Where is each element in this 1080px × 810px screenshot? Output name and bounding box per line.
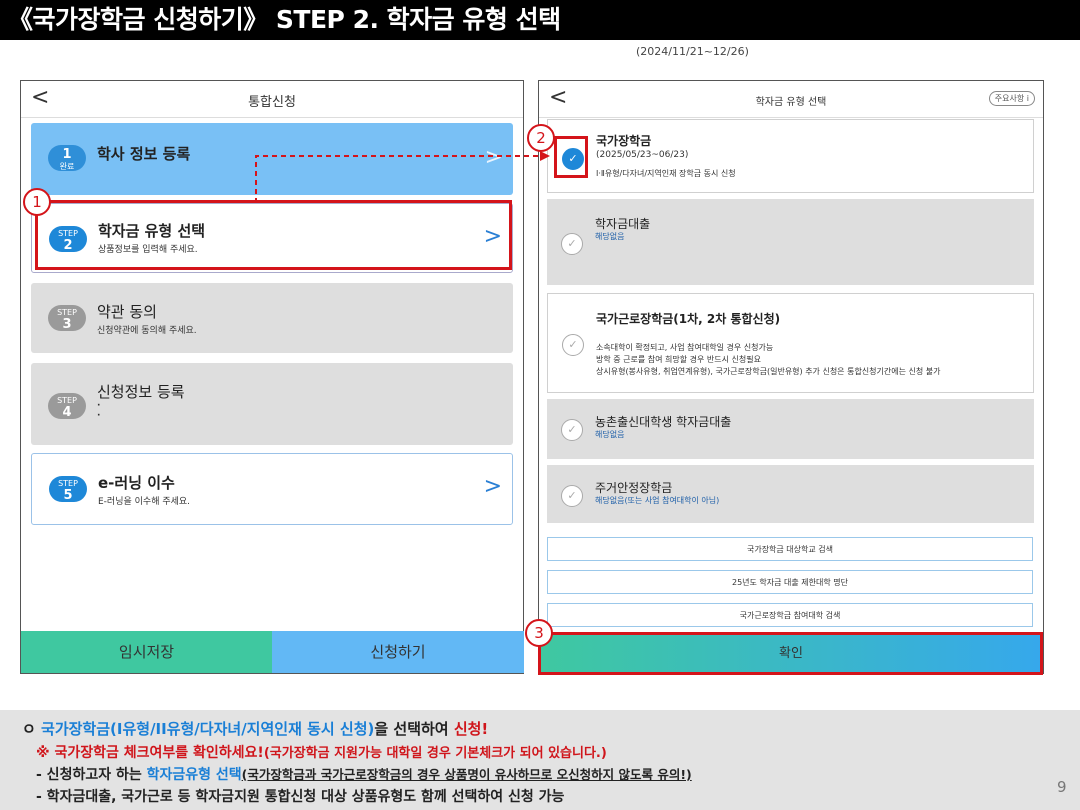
- footer-line-2: ※ 국가장학금 체크여부를 확인하세요!(국가장학금 지원가능 대학일 경우 기…: [36, 742, 607, 762]
- bullet: ㅇ: [22, 720, 42, 738]
- marker-3: 3: [525, 619, 553, 647]
- page-number: 9: [1057, 778, 1067, 796]
- highlight-text: 국가장학금(I유형/II유형/다자녀/지역인재 동시 신청): [41, 720, 375, 738]
- text: 을 선택하여: [374, 720, 454, 738]
- emphasis-text: 신청!: [453, 720, 489, 738]
- marker-1: 1: [23, 188, 51, 216]
- footer-line-4: - 학자금대출, 국가근로 등 학자금지원 통합신청 대상 상품유형도 함께 선…: [36, 789, 565, 805]
- marker-2: 2: [527, 124, 555, 152]
- footer-notes: ㅇ 국가장학금(I유형/II유형/다자녀/지역인재 동시 신청)을 선택하여 신…: [0, 710, 1080, 810]
- underlined-note: (국가장학금과 국가근로장학금의 경우 상품명이 유사하므로 오신청하지 않도록…: [241, 767, 692, 782]
- footer-line-3: - 신청하고자 하는 학자금유형 선택(국가장학금과 국가근로장학금의 경우 상…: [36, 764, 692, 784]
- warning-text: ※ 국가장학금 체크여부를 확인하세요!: [36, 745, 264, 761]
- footer-line-1: ㅇ 국가장학금(I유형/II유형/다자녀/지역인재 동시 신청)을 선택하여 신…: [22, 718, 488, 739]
- dashed-arrow: [255, 151, 550, 203]
- highlight-text: 학자금유형 선택: [146, 767, 242, 783]
- text: - 신청하고자 하는: [36, 767, 147, 783]
- warning-note: (국가장학금 지원가능 대학일 경우 기본체크가 되어 있습니다.): [263, 746, 607, 761]
